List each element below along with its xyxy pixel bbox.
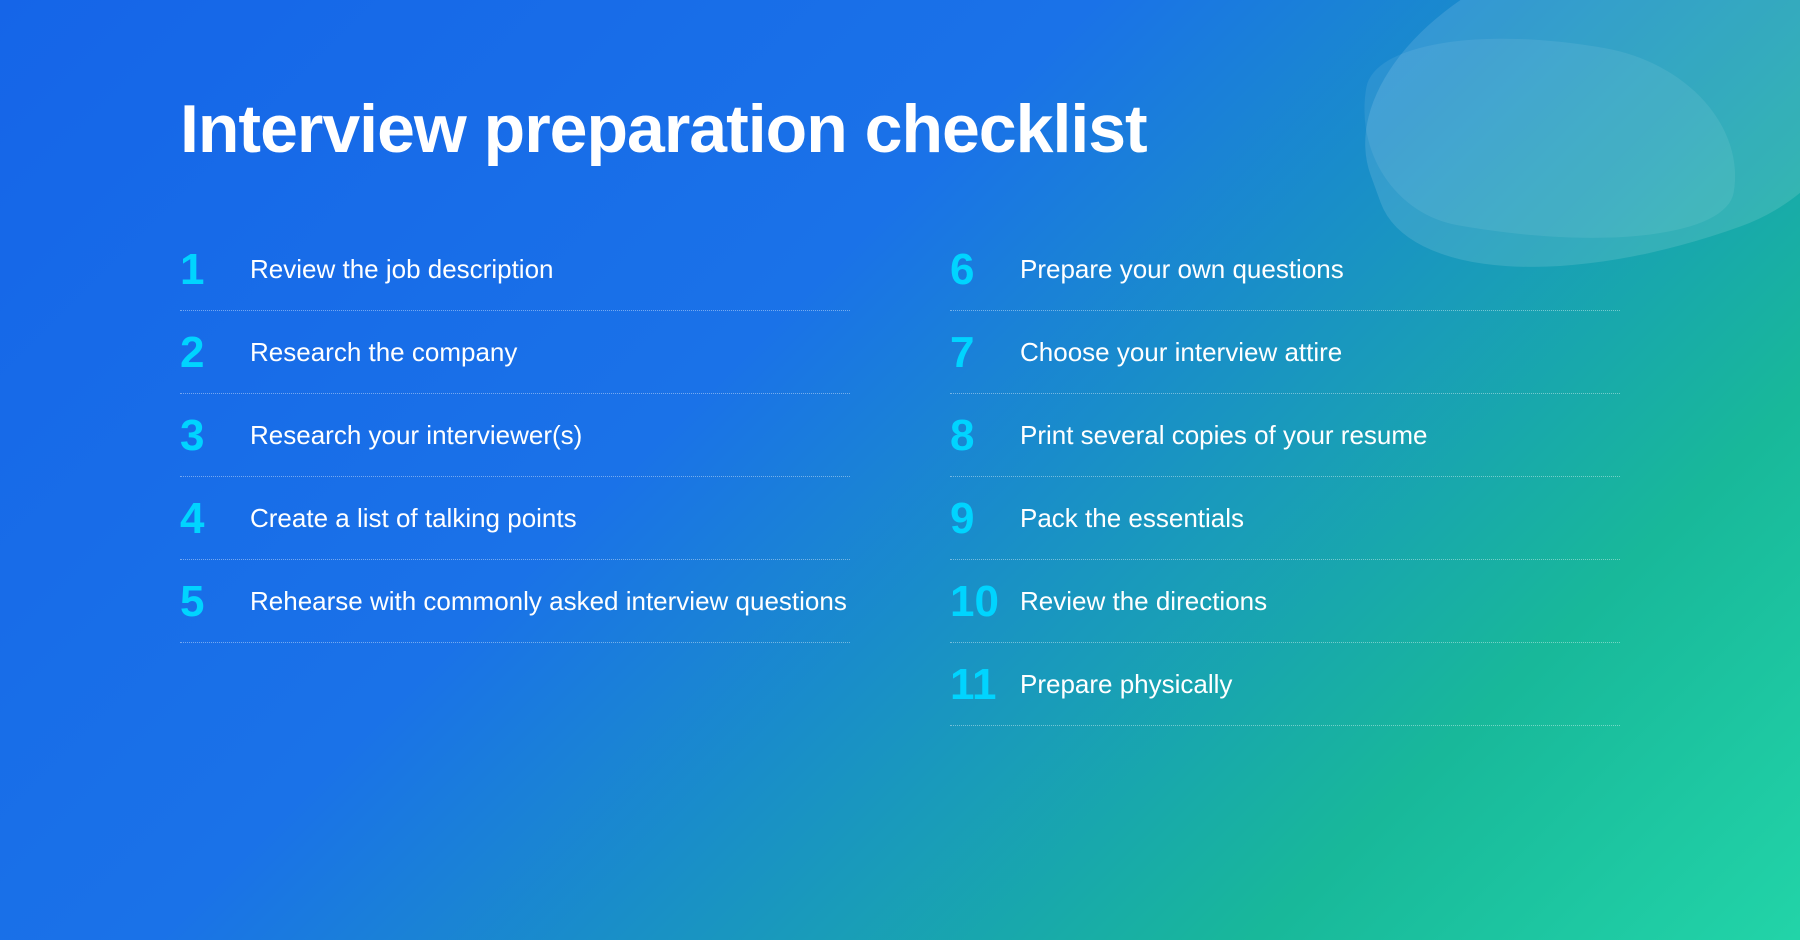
item-number: 8 [950, 412, 1020, 458]
item-text: Review the directions [1020, 578, 1267, 619]
list-item: 4 Create a list of talking points [180, 477, 850, 560]
background: Interview preparation checklist 1 Review… [0, 0, 1800, 940]
left-column: 1 Review the job description 2 Research … [180, 228, 850, 726]
item-text: Pack the essentials [1020, 495, 1244, 536]
item-number: 5 [180, 578, 250, 624]
item-number: 4 [180, 495, 250, 541]
item-number: 9 [950, 495, 1020, 541]
list-item: 11 Prepare physically [950, 643, 1620, 726]
right-column: 6 Prepare your own questions 7 Choose yo… [950, 228, 1620, 726]
list-item: 6 Prepare your own questions [950, 228, 1620, 311]
list-item: 7 Choose your interview attire [950, 311, 1620, 394]
item-number: 6 [950, 246, 1020, 292]
checklist-grid: 1 Review the job description 2 Research … [180, 228, 1620, 726]
item-number: 3 [180, 412, 250, 458]
item-text: Review the job description [250, 246, 554, 287]
item-number: 1 [180, 246, 250, 292]
list-item: 9 Pack the essentials [950, 477, 1620, 560]
item-number: 2 [180, 329, 250, 375]
list-item: 5 Rehearse with commonly asked interview… [180, 560, 850, 643]
item-text: Create a list of talking points [250, 495, 577, 536]
item-text: Prepare physically [1020, 661, 1232, 702]
item-number: 10 [950, 578, 1020, 624]
list-item: 8 Print several copies of your resume [950, 394, 1620, 477]
item-text: Rehearse with commonly asked interview q… [250, 578, 847, 619]
item-text: Print several copies of your resume [1020, 412, 1428, 453]
item-number: 11 [950, 661, 1020, 707]
main-content: Interview preparation checklist 1 Review… [0, 0, 1800, 816]
list-item: 3 Research your interviewer(s) [180, 394, 850, 477]
item-number: 7 [950, 329, 1020, 375]
page-title: Interview preparation checklist [180, 90, 1620, 168]
list-item: 2 Research the company [180, 311, 850, 394]
item-text: Research the company [250, 329, 517, 370]
list-item: 1 Review the job description [180, 228, 850, 311]
item-text: Research your interviewer(s) [250, 412, 582, 453]
item-text: Prepare your own questions [1020, 246, 1344, 287]
list-item: 10 Review the directions [950, 560, 1620, 643]
item-text: Choose your interview attire [1020, 329, 1342, 370]
